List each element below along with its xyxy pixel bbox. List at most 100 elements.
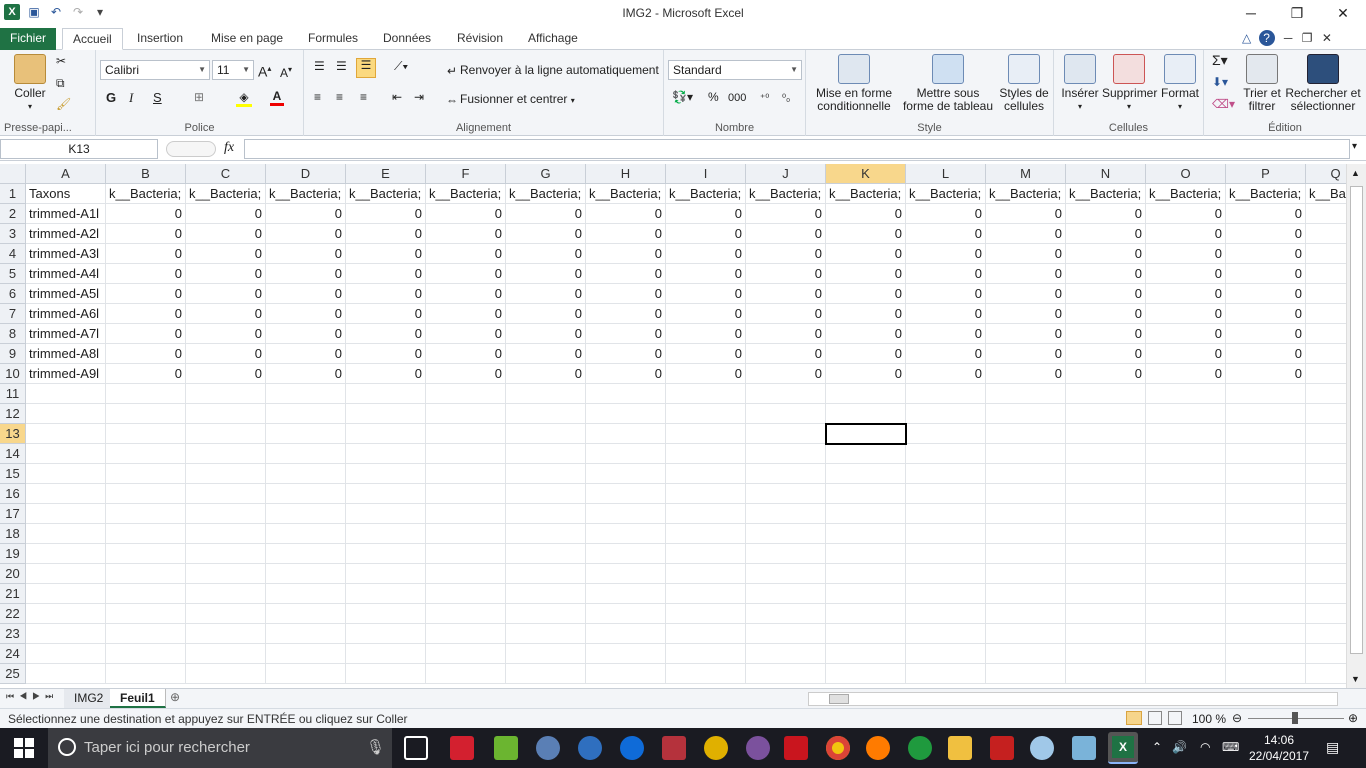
cell[interactable] [346,444,426,464]
cell[interactable] [426,664,506,684]
cell[interactable]: 0 [1146,264,1226,284]
row-header-19[interactable]: 19 [0,544,26,564]
cell[interactable] [986,384,1066,404]
restore-icon[interactable]: ❐ [1274,0,1320,26]
cell-styles-button[interactable]: Styles de cellules [998,54,1050,113]
wifi-icon[interactable]: ◠ [1200,740,1210,754]
cell[interactable]: trimmed-A9l [26,364,106,384]
cell[interactable] [1226,424,1306,444]
row-header-2[interactable]: 2 [0,204,26,224]
sort-filter-button[interactable]: Trier et filtrer [1240,54,1284,113]
hscroll-thumb[interactable] [829,694,849,704]
cell[interactable]: 0 [506,204,586,224]
cell[interactable] [266,544,346,564]
row-header-23[interactable]: 23 [0,624,26,644]
cell[interactable] [266,504,346,524]
cell[interactable]: 0 [426,264,506,284]
cell[interactable] [346,484,426,504]
format-as-table-button[interactable]: Mettre sous forme de tableau [900,54,996,113]
cell[interactable]: 0 [826,304,906,324]
cell[interactable] [346,404,426,424]
cell[interactable] [906,664,986,684]
cell[interactable] [346,644,426,664]
cell[interactable] [666,664,746,684]
align-left-icon[interactable]: ≡ [314,91,321,104]
cell[interactable]: 0 [1066,204,1146,224]
bold-button[interactable]: G [106,91,116,104]
cell[interactable] [1146,604,1226,624]
cell[interactable]: 0 [586,344,666,364]
tab-view[interactable]: Affichage [518,28,588,50]
cell[interactable]: 0 [906,264,986,284]
cell[interactable] [106,424,186,444]
grow-font-icon[interactable]: A▴ [258,62,271,79]
cell[interactable] [26,484,106,504]
row-header-7[interactable]: 7 [0,304,26,324]
number-format-select[interactable]: Standard ▼ [668,60,802,80]
cell[interactable] [906,384,986,404]
cell[interactable] [26,504,106,524]
cell[interactable] [186,564,266,584]
cell[interactable] [1066,524,1146,544]
cell[interactable]: 0 [1066,304,1146,324]
cell[interactable] [1066,624,1146,644]
cell[interactable]: 0 [346,364,426,384]
column-header-f[interactable]: F [426,164,506,184]
cell[interactable] [826,624,906,644]
cell[interactable]: trimmed-A2l [26,224,106,244]
cell[interactable] [826,564,906,584]
cell[interactable]: 0 [106,204,186,224]
cell[interactable]: 0 [906,344,986,364]
cell[interactable] [26,664,106,684]
cell[interactable]: 0 [1146,224,1226,244]
cell[interactable]: 0 [346,224,426,244]
font-name-select[interactable]: Calibri ▼ [100,60,210,80]
row-header-16[interactable]: 16 [0,484,26,504]
cell[interactable]: 0 [1226,244,1306,264]
cell[interactable] [906,604,986,624]
cell[interactable] [426,584,506,604]
column-header-j[interactable]: J [746,164,826,184]
cell[interactable]: 0 [1066,344,1146,364]
cell[interactable]: 0 [1146,304,1226,324]
cell[interactable]: 0 [986,224,1066,244]
cell[interactable]: 0 [106,324,186,344]
cell[interactable]: 0 [506,364,586,384]
cell[interactable] [266,484,346,504]
close-icon[interactable]: ✕ [1320,0,1366,26]
row-header-14[interactable]: 14 [0,444,26,464]
cell[interactable]: 0 [746,364,826,384]
cell[interactable] [666,444,746,464]
column-header-e[interactable]: E [346,164,426,184]
cell[interactable] [986,464,1066,484]
cell[interactable] [26,424,106,444]
cell[interactable]: 0 [906,304,986,324]
cell[interactable] [186,604,266,624]
cell[interactable] [1306,324,1346,344]
column-header-a[interactable]: A [26,164,106,184]
cell[interactable]: 0 [426,224,506,244]
cell[interactable] [906,644,986,664]
cell[interactable]: 0 [826,344,906,364]
cell[interactable]: trimmed-A7l [26,324,106,344]
cell[interactable] [1306,364,1346,384]
cell[interactable] [26,564,106,584]
cell[interactable]: 0 [586,364,666,384]
cell[interactable] [1066,604,1146,624]
cell[interactable]: 0 [106,304,186,324]
cell[interactable] [106,384,186,404]
cell[interactable]: 0 [1146,284,1226,304]
cell[interactable]: trimmed-A8l [26,344,106,364]
cell[interactable] [826,544,906,564]
cell[interactable]: 0 [1226,204,1306,224]
cell[interactable] [1066,544,1146,564]
cell[interactable] [986,604,1066,624]
cell[interactable] [586,564,666,584]
cell[interactable] [1306,264,1346,284]
increase-decimal-icon[interactable]: ⁺⁰ [760,92,769,105]
cell[interactable]: 0 [666,204,746,224]
cell[interactable] [426,624,506,644]
cell[interactable]: 0 [266,324,346,344]
cell[interactable] [746,484,826,504]
volume-icon[interactable]: 🔊 [1172,740,1187,754]
